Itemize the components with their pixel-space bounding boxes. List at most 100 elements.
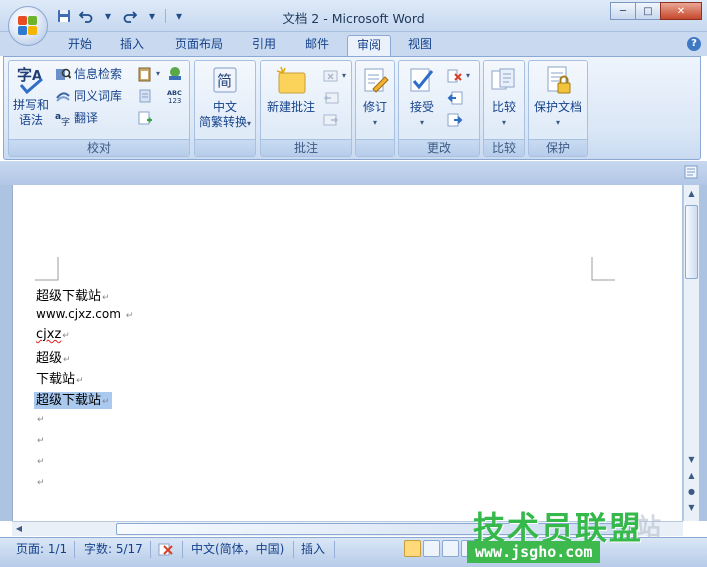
ribbon-review: 字A 拼写和 语法 信息检索 同义词库 a字 翻译 ▾ ABC 123 校对 简…	[3, 56, 701, 160]
reject-change-icon	[447, 68, 463, 84]
proofing-group: 字A 拼写和 语法 信息检索 同义词库 a字 翻译 ▾ ABC 123 校对	[8, 60, 190, 157]
tab-review[interactable]: 审阅	[347, 35, 391, 56]
status-separator	[182, 541, 183, 558]
help-icon[interactable]: ?	[687, 37, 701, 51]
tab-references[interactable]: 引用	[244, 35, 284, 56]
abc-123-button[interactable]: ABC 123	[167, 87, 183, 105]
previous-change-button[interactable]	[447, 89, 463, 107]
chinese-conversion-button[interactable]: 简 中文 简繁转换▾	[195, 65, 255, 131]
word-count-status[interactable]: 字数: 5/17	[84, 542, 143, 556]
compare-group: 比较 ▾ 比较	[483, 60, 525, 157]
ruler-area	[0, 161, 707, 185]
doc-line-4[interactable]: 超级↵	[36, 347, 71, 366]
doc-line-7[interactable]: ↵	[36, 411, 45, 426]
scroll-left-icon[interactable]: ◀	[14, 524, 24, 533]
tab-insert[interactable]: 插入	[112, 35, 152, 56]
spelling-label-line1: 拼写和	[12, 98, 49, 112]
protect-document-dropdown[interactable]: ▾	[529, 115, 587, 130]
svg-text:简: 简	[217, 72, 232, 90]
spelling-check-icon: 字A	[15, 63, 47, 95]
full-screen-reading-view-button[interactable]	[423, 540, 440, 557]
margin-corner-top-right	[591, 257, 615, 281]
add-comment-doc-button[interactable]	[137, 109, 153, 127]
translate-button[interactable]: a字 翻译	[55, 109, 98, 128]
chinese-label-line2: 简繁转换▾	[198, 115, 252, 129]
protect-document-button[interactable]: 保护文档 ▾	[529, 65, 587, 130]
previous-page-icon[interactable]: ▲	[686, 471, 697, 480]
next-comment-button[interactable]	[323, 111, 339, 129]
next-change-button[interactable]	[447, 111, 463, 129]
tooltip-dropdown[interactable]: ▾	[156, 65, 160, 83]
minimize-button[interactable]: ─	[610, 2, 636, 20]
accept-dropdown[interactable]: ▾	[399, 115, 445, 130]
doc-line-10[interactable]: ↵	[36, 474, 45, 489]
previous-comment-button[interactable]	[323, 89, 339, 107]
chinese-conversion-group: 简 中文 简繁转换▾	[194, 60, 256, 157]
doc-line-6-selected[interactable]: 超级下载站↵	[34, 389, 112, 409]
doc-line-8[interactable]: ↵	[36, 432, 45, 447]
doc-line-9[interactable]: ↵	[36, 453, 45, 468]
vertical-scrollbar[interactable]: ▲ ▼ ▲ ● ▼	[683, 185, 699, 521]
status-separator	[334, 541, 335, 558]
track-changes-dropdown[interactable]: ▾	[356, 115, 394, 130]
insert-mode-status[interactable]: 插入	[301, 542, 325, 556]
abc-123-icon: ABC 123	[167, 88, 183, 105]
compare-button[interactable]: 比较 ▾	[484, 65, 524, 130]
title-bar: ▾ ▾ ▾ 文档 2 - Microsoft Word ─ □ ✕	[0, 0, 707, 32]
research-label: 信息检索	[74, 67, 123, 81]
changes-group: 接受 ▾ ▾ 更改	[398, 60, 480, 157]
svg-text:ABC: ABC	[167, 89, 182, 97]
watermark-ghost-text: 站	[637, 513, 661, 541]
track-changes-label: 修订	[362, 100, 387, 114]
word-count-icon	[137, 88, 153, 104]
translation-tooltip-button[interactable]: ▾	[137, 65, 160, 83]
clipboard-icon	[137, 66, 153, 82]
reject-dropdown[interactable]: ▾	[466, 67, 470, 85]
tab-view[interactable]: 视图	[400, 35, 440, 56]
doc-line-1[interactable]: 超级下载站↵	[36, 285, 110, 304]
accept-button[interactable]: 接受 ▾	[399, 65, 445, 130]
view-ruler-icon[interactable]	[684, 165, 698, 179]
proofing-status-icon[interactable]	[158, 542, 176, 556]
delete-comment-button[interactable]: ▾	[323, 67, 346, 85]
compare-dropdown[interactable]: ▾	[484, 115, 524, 130]
new-comment-button[interactable]: 新建批注	[261, 65, 321, 115]
scroll-down-icon[interactable]: ▼	[686, 455, 697, 464]
maximize-button[interactable]: □	[635, 2, 661, 20]
document-page[interactable]	[12, 185, 682, 521]
window-controls: ─ □ ✕	[610, 2, 702, 20]
print-layout-view-button[interactable]	[404, 540, 421, 557]
close-button[interactable]: ✕	[660, 2, 702, 20]
word-count-button[interactable]	[137, 87, 153, 105]
office-logo-icon	[18, 16, 38, 36]
status-separator	[293, 541, 294, 558]
doc-line-5[interactable]: 下载站↵	[36, 368, 84, 387]
spelling-grammar-button[interactable]: 字A 拼写和 语法	[11, 63, 51, 128]
comments-group: 新建批注 ▾ 批注	[260, 60, 352, 157]
reject-button[interactable]: ▾	[447, 67, 470, 85]
web-layout-view-button[interactable]	[442, 540, 459, 557]
language-status[interactable]: 中文(简体，中国)	[191, 542, 284, 556]
research-book-icon	[55, 66, 72, 82]
vertical-scroll-thumb[interactable]	[685, 205, 698, 279]
research-button[interactable]: 信息检索	[55, 65, 122, 83]
office-button[interactable]	[8, 6, 48, 46]
compare-label: 比较	[491, 100, 516, 114]
browse-object-icon[interactable]: ●	[686, 487, 697, 496]
translate-icon: a字	[55, 110, 71, 128]
window-title: 文档 2 - Microsoft Word	[282, 11, 425, 26]
tab-page-layout[interactable]: 页面布局	[167, 35, 231, 56]
delete-comment-dropdown[interactable]: ▾	[342, 67, 346, 85]
track-changes-button[interactable]: 修订 ▾	[356, 65, 394, 130]
compare-documents-icon	[488, 65, 520, 97]
doc-line-3[interactable]: cjxz↵	[36, 327, 70, 342]
thesaurus-button[interactable]: 同义词库	[55, 87, 122, 105]
tab-mailings[interactable]: 邮件	[297, 35, 337, 56]
track-changes-icon	[359, 65, 391, 97]
doc-line-2[interactable]: www.cjxz.com ↵	[36, 307, 133, 321]
next-change-icon	[447, 112, 463, 128]
page-count-status[interactable]: 页面: 1/1	[16, 542, 67, 556]
scroll-up-icon[interactable]: ▲	[686, 189, 697, 198]
set-language-button[interactable]	[167, 65, 183, 83]
tab-home[interactable]: 开始	[60, 35, 100, 56]
